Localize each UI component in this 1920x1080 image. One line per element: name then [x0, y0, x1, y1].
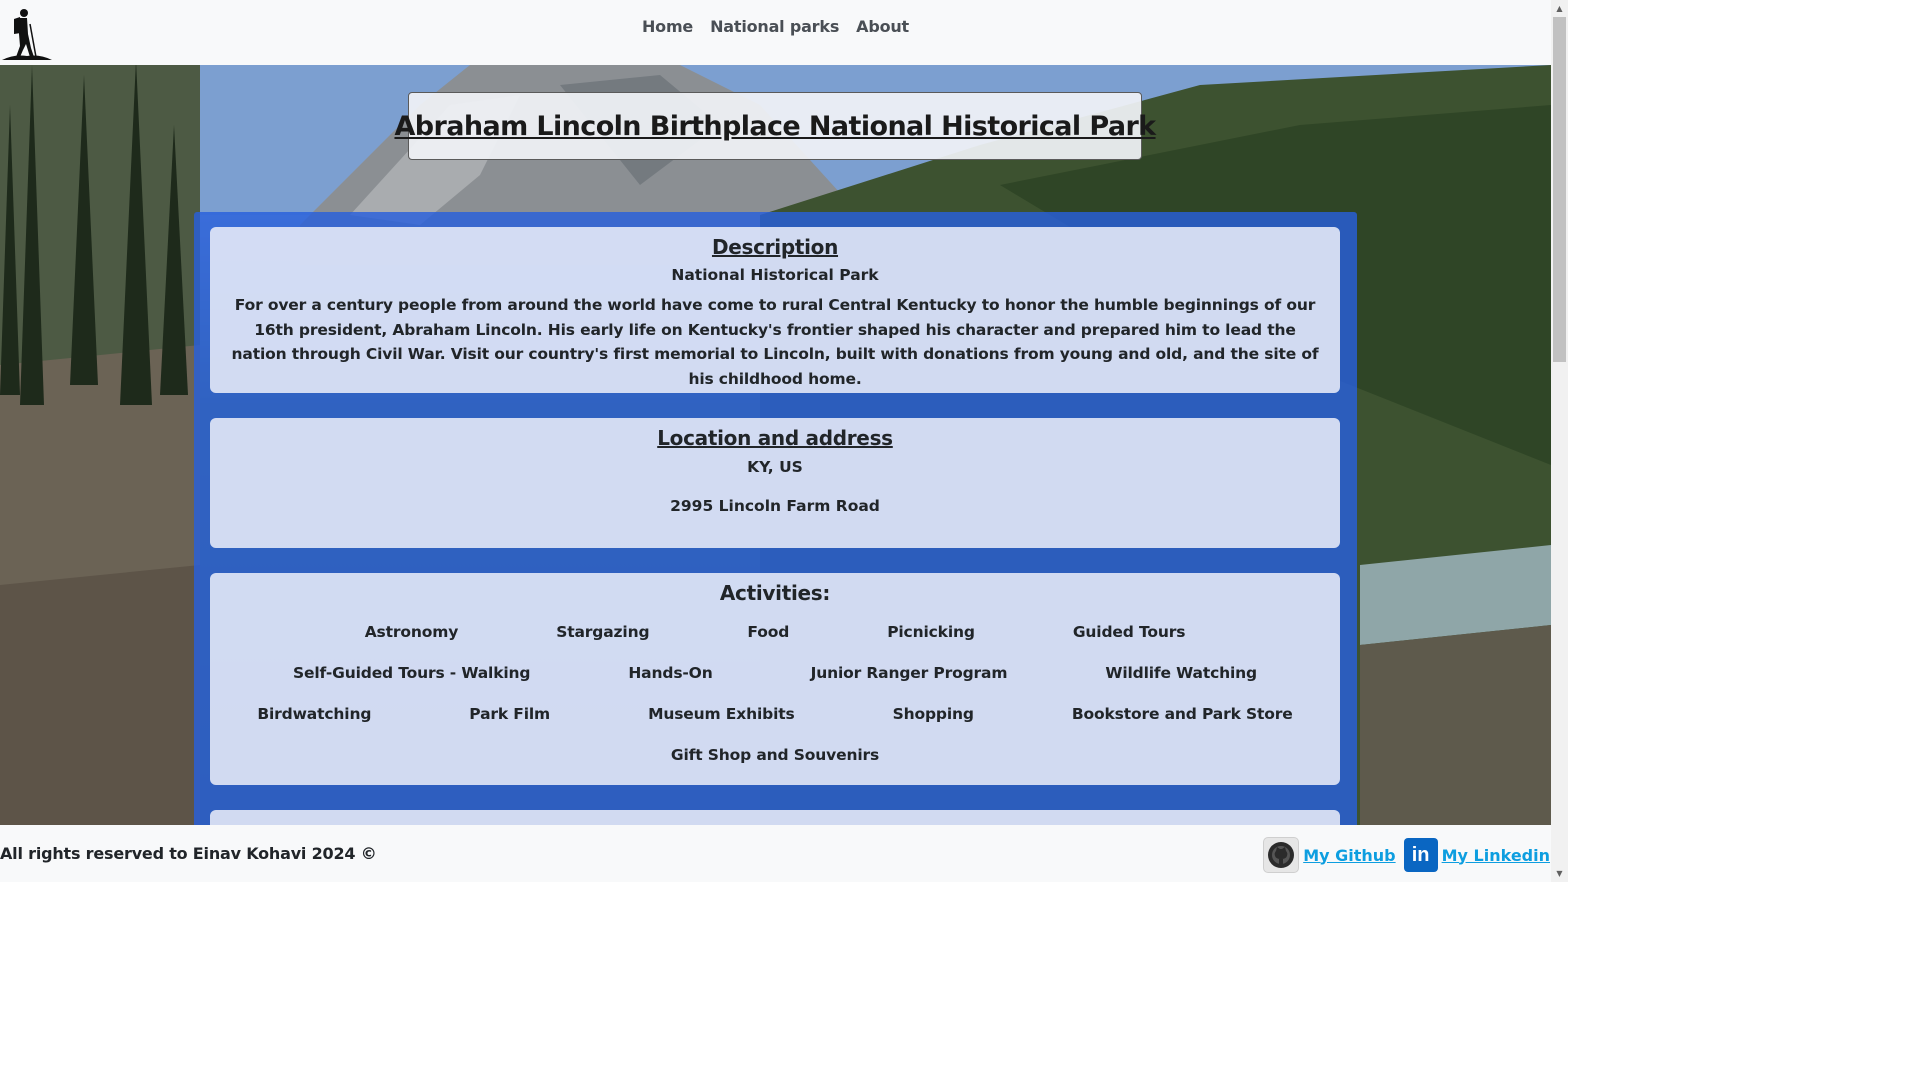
- activity-item: Food: [747, 622, 790, 641]
- park-title: Abraham Lincoln Birthplace National Hist…: [394, 110, 1156, 142]
- activities-row: Astronomy Stargazing Food Picnicking Gui…: [210, 611, 1340, 652]
- activities-list: Astronomy Stargazing Food Picnicking Gui…: [210, 611, 1340, 775]
- scroll-down-arrow-icon[interactable]: ▼: [1551, 865, 1568, 882]
- github-icon[interactable]: [1263, 837, 1300, 873]
- linkedin-icon[interactable]: in: [1403, 838, 1438, 872]
- next-section-card: [210, 810, 1340, 825]
- activities-row: Birdwatching Park Film Museum Exhibits S…: [210, 693, 1340, 734]
- activity-item: Wildlife Watching: [1105, 663, 1258, 682]
- copyright-text: All rights reserved to Einav Kohavi 2024…: [0, 844, 377, 863]
- activities-row: Self-Guided Tours - Walking Hands-On Jun…: [210, 652, 1340, 693]
- activity-item: Astronomy: [364, 622, 459, 641]
- location-card: Location and address KY, US 2995 Lincoln…: [210, 418, 1340, 548]
- linkedin-link[interactable]: My Linkedin: [1442, 846, 1550, 865]
- park-address: 2995 Lincoln Farm Road: [670, 497, 880, 515]
- social-links: My Github in My Linkedin: [1263, 837, 1550, 873]
- park-details-panel: Description National Historical Park For…: [194, 212, 1357, 825]
- description-card: Description National Historical Park For…: [210, 227, 1340, 393]
- description-heading: Description: [711, 235, 839, 259]
- activities-row: Gift Shop and Souvenirs: [210, 734, 1340, 775]
- page-footer: All rights reserved to Einav Kohavi 2024…: [0, 825, 1551, 882]
- activity-item: Self-Guided Tours - Walking: [292, 663, 531, 682]
- main-nav: Home National parks About: [0, 17, 1551, 36]
- github-link[interactable]: My Github: [1303, 846, 1395, 865]
- activity-item: Bookstore and Park Store: [1071, 704, 1293, 723]
- nav-about-link[interactable]: About: [856, 17, 909, 36]
- nav-home-link[interactable]: Home: [642, 17, 693, 36]
- park-title-box: Abraham Lincoln Birthplace National Hist…: [394, 92, 1156, 160]
- vertical-scrollbar[interactable]: ▲ ▼: [1551, 0, 1568, 882]
- top-navbar: Home National parks About: [0, 0, 1551, 65]
- activity-item: Park Film: [469, 704, 551, 723]
- park-state-country: KY, US: [747, 458, 803, 476]
- park-designation: National Historical Park: [671, 266, 879, 284]
- scroll-up-arrow-icon[interactable]: ▲: [1551, 0, 1568, 17]
- activity-item: Picnicking: [887, 622, 975, 641]
- activities-card: Activities: Astronomy Stargazing Food Pi…: [210, 573, 1340, 785]
- activity-item: Hands-On: [628, 663, 713, 682]
- nav-national-parks-link[interactable]: National parks: [710, 17, 839, 36]
- activity-item: Guided Tours: [1072, 622, 1186, 641]
- activity-item: Stargazing: [556, 622, 650, 641]
- park-description-text: For over a century people from around th…: [231, 296, 1319, 388]
- activity-item: Junior Ranger Program: [810, 663, 1008, 682]
- activities-heading: Activities:: [719, 581, 831, 605]
- activity-item: Gift Shop and Souvenirs: [670, 745, 880, 764]
- activity-item: Museum Exhibits: [648, 704, 795, 723]
- activity-item: Birdwatching: [257, 704, 372, 723]
- activity-item: Shopping: [892, 704, 974, 723]
- location-heading: Location and address: [657, 426, 893, 450]
- scrollbar-thumb[interactable]: [1553, 17, 1566, 362]
